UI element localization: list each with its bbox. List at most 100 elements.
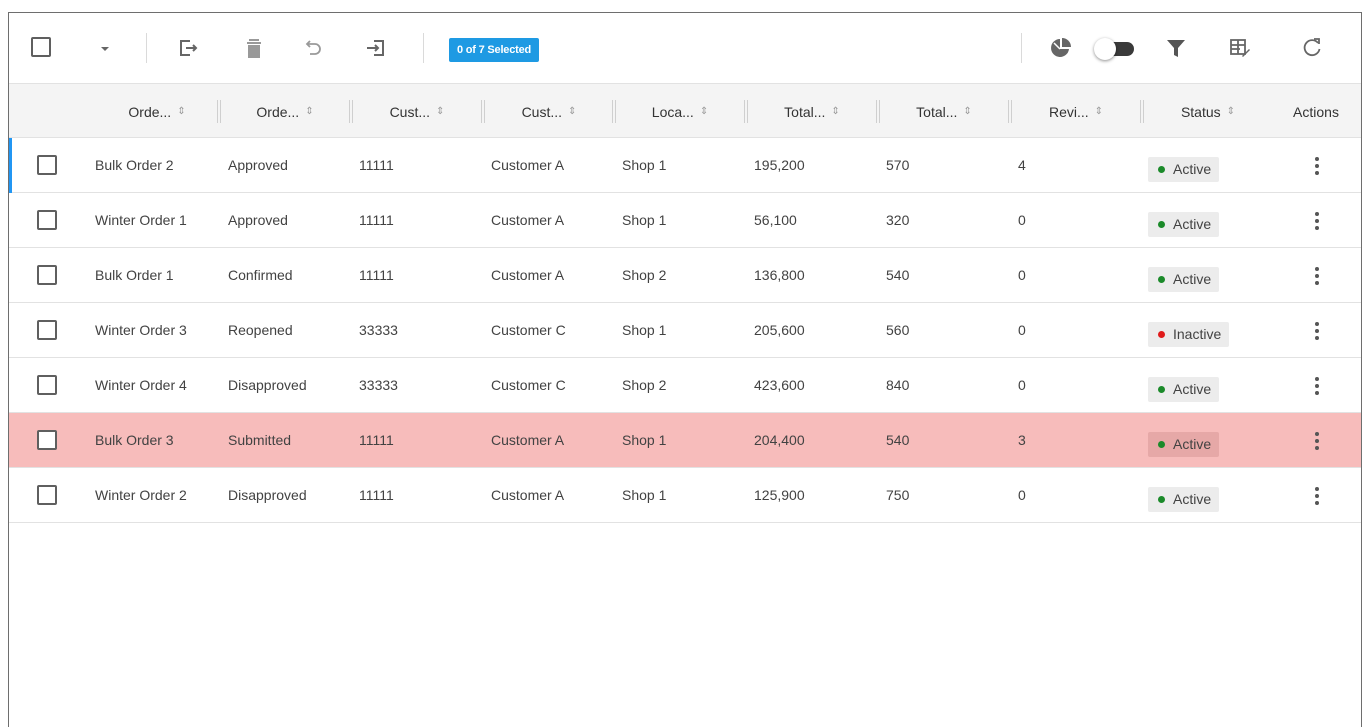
status-label: Active	[1173, 381, 1212, 397]
undo-icon[interactable]	[301, 35, 327, 61]
customer-name-cell: Customer C	[491, 322, 566, 338]
table-row[interactable]: Bulk Order 2 Approved 11111 Customer A Shop …	[9, 138, 1361, 193]
kebab-dot	[1315, 329, 1319, 333]
kebab-dot	[1315, 219, 1319, 223]
row-checkbox[interactable]	[37, 485, 57, 505]
filter-icon[interactable]	[1163, 35, 1189, 61]
order-status-cell: Disapproved	[228, 377, 307, 393]
kebab-dot	[1315, 487, 1319, 491]
export-icon[interactable]	[175, 35, 201, 61]
kebab-dot	[1315, 171, 1319, 175]
column-header-label: Orde...	[256, 103, 300, 120]
column-header-order-name[interactable]: Orde... ⇕	[97, 84, 217, 139]
order-name-cell: Bulk Order 2	[95, 157, 174, 173]
dropdown-caret-icon[interactable]	[97, 41, 113, 57]
select-all-checkbox[interactable]	[31, 37, 51, 57]
kebab-dot	[1315, 164, 1319, 168]
column-header-label: Total...	[916, 103, 958, 120]
kebab-dot	[1315, 384, 1319, 388]
kebab-dot	[1315, 281, 1319, 285]
customer-name-cell: Customer A	[491, 212, 565, 228]
table-row[interactable]: Winter Order 2 Disapproved 11111 Customer A…	[9, 468, 1361, 523]
customer-id-cell: 33333	[359, 377, 398, 393]
kebab-dot	[1315, 391, 1319, 395]
sort-icon[interactable]: ⇕	[568, 106, 576, 117]
order-status-cell: Reopened	[228, 322, 293, 338]
row-actions-menu-icon[interactable]	[1309, 430, 1325, 452]
status-label: Active	[1173, 491, 1212, 507]
column-header-order-status[interactable]: Orde... ⇕	[221, 84, 349, 139]
pie-chart-icon[interactable]	[1049, 35, 1073, 61]
location-cell: Shop 2	[622, 267, 667, 283]
kebab-dot	[1315, 439, 1319, 443]
table-row[interactable]: Winter Order 1 Approved 11111 Customer A Sho…	[9, 193, 1361, 248]
sort-icon[interactable]: ⇕	[1227, 106, 1235, 117]
table-row[interactable]: Bulk Order 3 Submitted 11111 Customer A Shop…	[9, 413, 1361, 468]
kebab-dot	[1315, 267, 1319, 271]
row-actions-menu-icon[interactable]	[1309, 375, 1325, 397]
table-row[interactable]: Winter Order 4 Disapproved 33333 Customer C…	[9, 358, 1361, 413]
row-checkbox[interactable]	[37, 265, 57, 285]
kebab-dot	[1315, 226, 1319, 230]
column-header-total-qty[interactable]: Total... ⇕	[880, 84, 1008, 139]
row-checkbox[interactable]	[37, 155, 57, 175]
location-cell: Shop 1	[622, 432, 667, 448]
view-toggle-switch[interactable]	[1094, 38, 1134, 60]
sort-icon[interactable]: ⇕	[1095, 106, 1103, 117]
row-actions-menu-icon[interactable]	[1309, 155, 1325, 177]
sort-icon[interactable]: ⇕	[963, 106, 971, 117]
column-settings-icon[interactable]	[1227, 35, 1253, 61]
import-icon[interactable]	[363, 35, 389, 61]
status-badge: Active	[1148, 432, 1220, 457]
toolbar-divider	[1021, 33, 1022, 63]
row-actions-menu-icon[interactable]	[1309, 485, 1325, 507]
column-header-location[interactable]: Loca... ⇕	[616, 84, 744, 139]
row-checkbox[interactable]	[37, 375, 57, 395]
sort-icon[interactable]: ⇕	[700, 106, 708, 117]
sort-icon[interactable]: ⇕	[831, 106, 839, 117]
customer-name-cell: Customer A	[491, 267, 565, 283]
row-checkbox[interactable]	[37, 430, 57, 450]
column-header-customer-id[interactable]: Cust... ⇕	[353, 84, 481, 139]
row-actions-menu-icon[interactable]	[1309, 210, 1325, 232]
row-actions-menu-icon[interactable]	[1309, 320, 1325, 342]
order-name-cell: Winter Order 2	[95, 487, 187, 503]
column-header-total-amount[interactable]: Total... ⇕	[748, 84, 876, 139]
column-header-status[interactable]: Status ⇕	[1144, 84, 1272, 139]
status-label: Active	[1173, 161, 1212, 177]
sort-icon[interactable]: ⇕	[177, 106, 185, 117]
column-header-revision[interactable]: Revi... ⇕	[1012, 84, 1140, 139]
status-dot-icon	[1158, 276, 1165, 283]
row-actions-menu-icon[interactable]	[1309, 265, 1325, 287]
revision-cell: 0	[1018, 267, 1026, 283]
sort-icon[interactable]: ⇕	[305, 106, 313, 117]
customer-id-cell: 11111	[359, 267, 394, 283]
refresh-icon[interactable]	[1299, 35, 1325, 61]
table-row[interactable]: Bulk Order 1 Confirmed 11111 Customer A Shop…	[9, 248, 1361, 303]
kebab-dot	[1315, 212, 1319, 216]
table-row[interactable]: Winter Order 3 Reopened 33333 Customer C Sho…	[9, 303, 1361, 358]
sort-icon[interactable]: ⇕	[436, 106, 444, 117]
row-checkbox[interactable]	[37, 320, 57, 340]
column-header-label: Cust...	[389, 103, 431, 120]
row-checkbox[interactable]	[37, 210, 57, 230]
total-qty-cell: 540	[886, 432, 910, 448]
customer-id-cell: 11111	[359, 432, 394, 448]
location-cell: Shop 2	[622, 377, 667, 393]
column-header-customer-name[interactable]: Cust... ⇕	[485, 84, 613, 139]
total-amount-cell: 56,100	[754, 212, 797, 228]
column-header-label: Cust...	[521, 103, 563, 120]
customer-id-cell: 11111	[359, 157, 394, 173]
kebab-dot	[1315, 157, 1319, 161]
status-badge: Active	[1148, 377, 1220, 402]
delete-icon[interactable]	[241, 35, 267, 61]
order-name-cell: Winter Order 4	[95, 377, 187, 393]
customer-id-cell: 11111	[359, 212, 394, 228]
status-dot-icon	[1158, 386, 1165, 393]
order-name-cell: Bulk Order 1	[95, 267, 174, 283]
order-status-cell: Disapproved	[228, 487, 307, 503]
location-cell: Shop 1	[622, 322, 667, 338]
total-qty-cell: 840	[886, 377, 910, 393]
customer-id-cell: 11111	[359, 487, 394, 503]
total-qty-cell: 320	[886, 212, 910, 228]
